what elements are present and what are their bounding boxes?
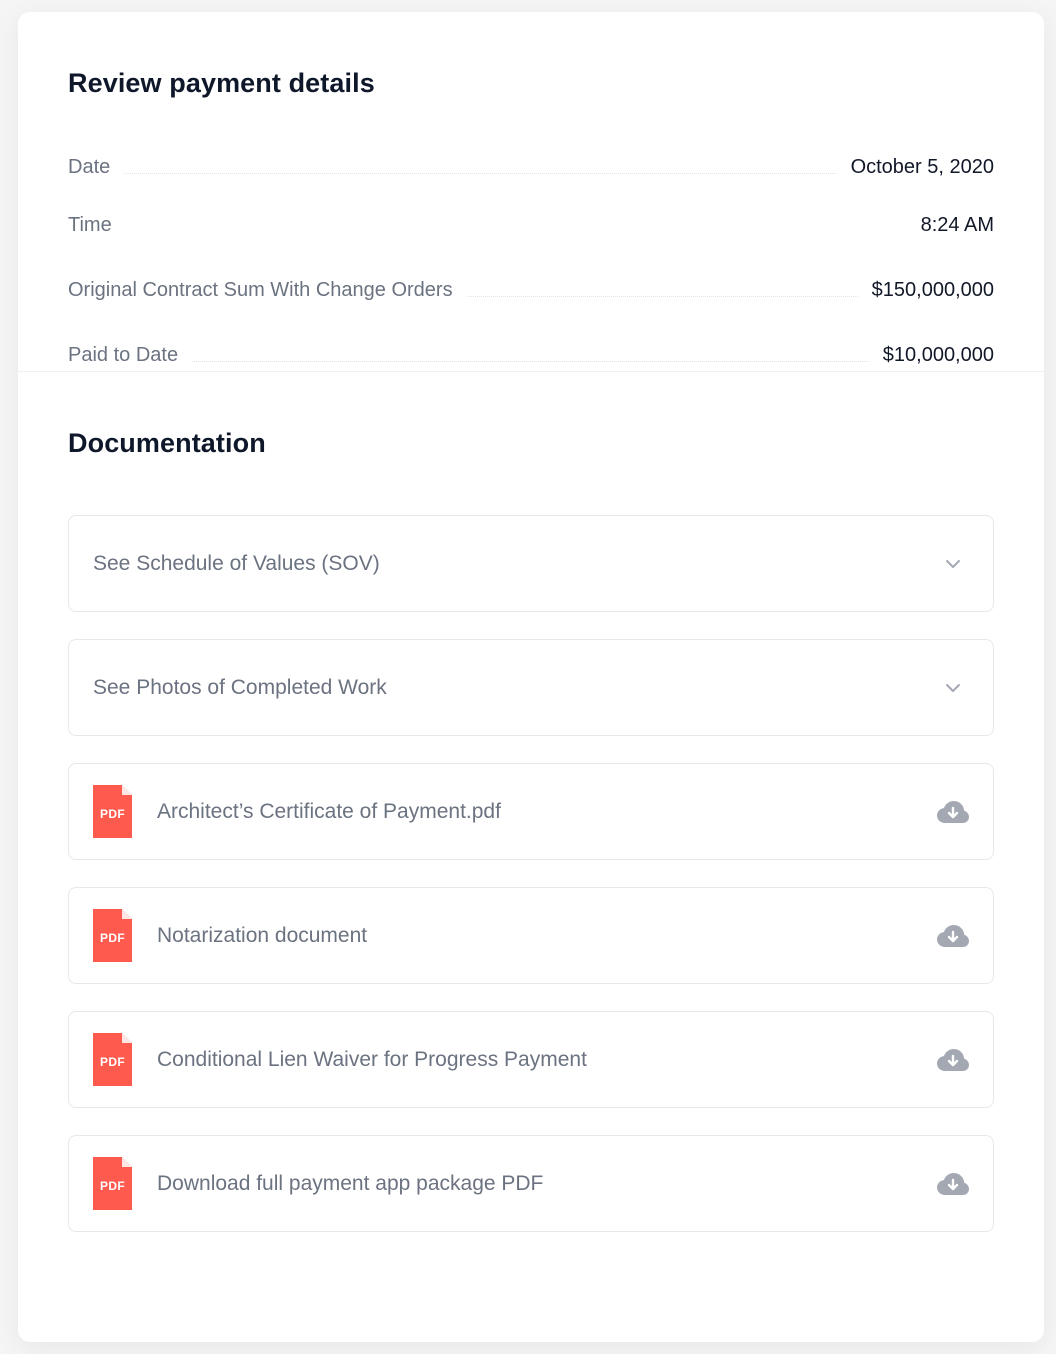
cloud-download-icon[interactable] <box>937 920 969 952</box>
accordion-label: See Photos of Completed Work <box>93 675 387 699</box>
documentation-section: Documentation See Schedule of Values (SO… <box>18 372 1044 1232</box>
detail-label: Time <box>68 214 112 236</box>
dotted-leader <box>192 361 869 362</box>
detail-row-contract-sum: Original Contract Sum With Change Orders… <box>68 258 994 323</box>
pdf-badge-text: PDF <box>100 931 125 945</box>
file-name: Download full payment app package PDF <box>157 1171 544 1195</box>
file-row-full-package[interactable]: PDF Download full payment app package PD… <box>68 1135 994 1232</box>
pdf-file-icon: PDF <box>93 785 132 838</box>
pdf-badge-text: PDF <box>100 1179 125 1193</box>
file-name: Notarization document <box>157 923 368 947</box>
file-name: Architect’s Certificate of Payment.pdf <box>157 799 501 823</box>
file-row-architects-certificate[interactable]: PDF Architect’s Certificate of Payment.p… <box>68 763 994 860</box>
photos-accordion[interactable]: See Photos of Completed Work <box>68 639 994 736</box>
pdf-file-icon: PDF <box>93 909 132 962</box>
pdf-file-icon: PDF <box>93 1157 132 1210</box>
detail-label: Date <box>68 155 111 178</box>
cloud-download-icon[interactable] <box>937 1044 969 1076</box>
chevron-down-icon[interactable] <box>937 548 969 580</box>
detail-value: $150,000,000 <box>871 279 994 301</box>
pdf-file-icon: PDF <box>93 1033 132 1086</box>
file-row-notarization[interactable]: PDF Notarization document <box>68 887 994 984</box>
cloud-download-icon[interactable] <box>937 796 969 828</box>
payment-review-card: Review payment details Date October 5, 2… <box>18 12 1044 1342</box>
detail-row-date: Date October 5, 2020 <box>68 141 994 193</box>
detail-value: October 5, 2020 <box>850 155 994 178</box>
detail-label: Original Contract Sum With Change Orders <box>68 279 453 301</box>
dotted-leader <box>466 296 858 297</box>
payment-details-list: Date October 5, 2020 Time 8:24 AM Origin… <box>68 141 994 388</box>
accordion-label: See Schedule of Values (SOV) <box>93 551 380 575</box>
detail-row-time: Time 8:24 AM <box>68 193 994 258</box>
pdf-badge-text: PDF <box>100 807 125 821</box>
documentation-list: See Schedule of Values (SOV) See Photos … <box>68 515 994 1232</box>
documentation-title: Documentation <box>68 428 266 458</box>
file-row-lien-waiver[interactable]: PDF Conditional Lien Waiver for Progress… <box>68 1011 994 1108</box>
file-name: Conditional Lien Waiver for Progress Pay… <box>157 1047 587 1071</box>
sov-accordion[interactable]: See Schedule of Values (SOV) <box>68 515 994 612</box>
dotted-leader <box>126 231 907 232</box>
chevron-down-icon[interactable] <box>937 672 969 704</box>
payment-details-section: Review payment details Date October 5, 2… <box>18 12 1044 372</box>
dotted-leader <box>124 172 837 174</box>
pdf-badge-text: PDF <box>100 1055 125 1069</box>
cloud-download-icon[interactable] <box>937 1168 969 1200</box>
payment-details-title: Review payment details <box>68 68 375 98</box>
detail-value: $10,000,000 <box>882 344 994 366</box>
detail-value: 8:24 AM <box>920 214 994 236</box>
detail-label: Paid to Date <box>68 344 179 366</box>
